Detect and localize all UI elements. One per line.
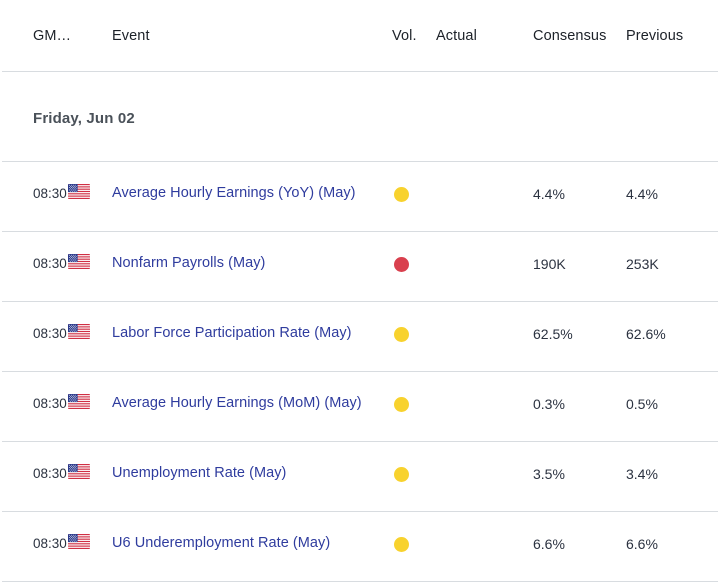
event-link[interactable]: Labor Force Participation Rate (May) xyxy=(112,325,352,341)
volatility-dot-icon[interactable] xyxy=(394,187,409,202)
table-row[interactable]: 08:30 Average Hourly Earnings (MoM) (May)… xyxy=(0,372,722,442)
volatility-dot-icon[interactable] xyxy=(394,537,409,552)
us-flag-icon xyxy=(68,394,90,409)
volatility-dot-icon[interactable] xyxy=(394,257,409,272)
event-time: 08:30 xyxy=(33,256,67,271)
column-header-volatility[interactable]: Vol. xyxy=(392,28,417,44)
event-link[interactable]: Average Hourly Earnings (YoY) (May) xyxy=(112,185,356,201)
event-previous: 3.4% xyxy=(626,466,658,482)
event-time: 08:30 xyxy=(33,186,67,201)
us-flag-icon xyxy=(68,324,90,339)
us-flag-icon xyxy=(68,184,90,199)
event-time: 08:30 xyxy=(33,326,67,341)
table-row[interactable]: 08:30 U6 Underemployment Rate (May) 6.6% 6.… xyxy=(0,512,722,582)
volatility-dot-icon[interactable] xyxy=(394,397,409,412)
volatility-dot-icon[interactable] xyxy=(394,327,409,342)
row-separator xyxy=(2,581,718,582)
event-consensus: 3.5% xyxy=(533,466,565,482)
event-time: 08:30 xyxy=(33,466,67,481)
event-consensus: 6.6% xyxy=(533,536,565,552)
table-row[interactable]: 08:30 Average Hourly Earnings (YoY) (May)… xyxy=(0,162,722,232)
volatility-dot-icon[interactable] xyxy=(394,467,409,482)
us-flag-icon xyxy=(68,464,90,479)
column-header-actual[interactable]: Actual xyxy=(436,28,477,44)
column-header-previous[interactable]: Previous xyxy=(626,28,683,44)
event-consensus: 0.3% xyxy=(533,396,565,412)
event-link[interactable]: Nonfarm Payrolls (May) xyxy=(112,255,265,271)
event-previous: 4.4% xyxy=(626,186,658,202)
table-row[interactable]: 08:30 Nonfarm Payrolls (May) 190K 253K xyxy=(0,232,722,302)
us-flag-icon xyxy=(68,254,90,269)
table-row[interactable]: 08:30 Labor Force Participation Rate (May… xyxy=(0,302,722,372)
date-group-row: Friday, Jun 02 xyxy=(0,72,722,162)
us-flag-icon xyxy=(68,534,90,549)
event-link[interactable]: Average Hourly Earnings (MoM) (May) xyxy=(112,395,362,411)
event-time: 08:30 xyxy=(33,396,67,411)
event-time: 08:30 xyxy=(33,536,67,551)
economic-calendar: GM… Event Vol. Actual Consensus Previous… xyxy=(0,0,722,583)
column-header-time[interactable]: GM… xyxy=(33,28,71,44)
column-header-consensus[interactable]: Consensus xyxy=(533,28,606,44)
event-consensus: 4.4% xyxy=(533,186,565,202)
column-header-event[interactable]: Event xyxy=(112,28,150,44)
table-row[interactable]: 08:30 Unemployment Rate (May) 3.5% 3.4% xyxy=(0,442,722,512)
date-group-label: Friday, Jun 02 xyxy=(33,110,135,127)
event-consensus: 62.5% xyxy=(533,326,573,342)
event-previous: 6.6% xyxy=(626,536,658,552)
table-header: GM… Event Vol. Actual Consensus Previous xyxy=(0,0,722,72)
event-consensus: 190K xyxy=(533,256,566,272)
event-rows: 08:30 Average Hourly Earnings (YoY) (May)… xyxy=(0,162,722,582)
event-previous: 253K xyxy=(626,256,659,272)
event-previous: 62.6% xyxy=(626,326,666,342)
event-link[interactable]: Unemployment Rate (May) xyxy=(112,465,286,481)
event-previous: 0.5% xyxy=(626,396,658,412)
event-link[interactable]: U6 Underemployment Rate (May) xyxy=(112,535,330,551)
